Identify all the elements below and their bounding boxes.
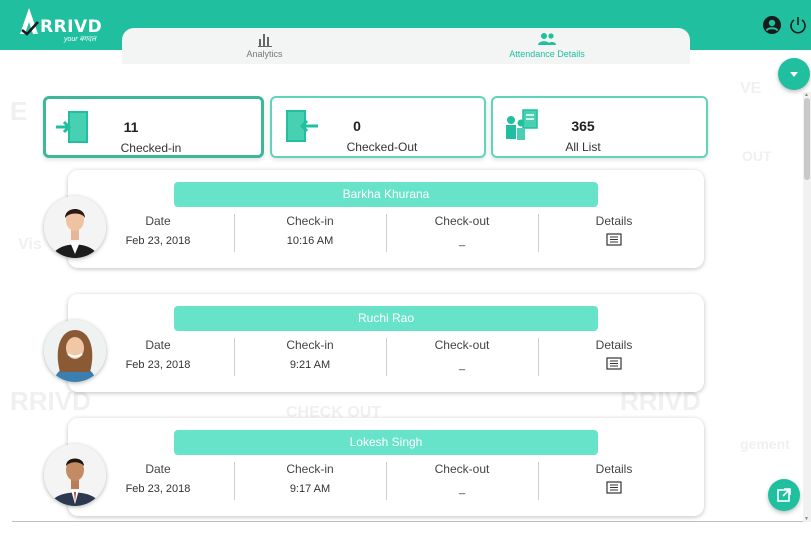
- details-column: Details: [539, 338, 689, 370]
- stat-value: 365: [571, 118, 595, 134]
- check-in-value: 9:17 AM: [289, 483, 331, 495]
- details-column: Details: [539, 214, 689, 246]
- check-in-column: Check-in 10:16 AM: [235, 214, 385, 247]
- stat-label: Checked-in: [120, 141, 182, 155]
- check-in-column: Check-in 9:17 AM: [235, 462, 385, 495]
- details-header: Details: [595, 214, 633, 228]
- check-in-header: Check-in: [286, 338, 334, 352]
- tab-analytics-label: Analytics: [246, 49, 283, 59]
- power-icon[interactable]: [788, 15, 808, 35]
- check-out-header: Check-out: [434, 462, 490, 476]
- vertical-scrollbar[interactable]: ▲ ▼: [803, 92, 811, 522]
- watermark-2: VE: [740, 80, 762, 97]
- check-out-column: Check-out _: [387, 338, 537, 371]
- tab-analytics[interactable]: Analytics: [202, 28, 327, 64]
- watermark-8: gement: [740, 436, 790, 452]
- check-in-value: 10:16 AM: [286, 235, 334, 247]
- attendance-card: Ruchi Rao Date Feb 23, 2018 Check-in 9:2…: [68, 294, 704, 392]
- date-value: Feb 23, 2018: [125, 483, 191, 495]
- nav-tabs: Analytics Attendance Details: [122, 28, 690, 64]
- logo-a-mark-icon: [20, 8, 39, 36]
- account-circle-icon[interactable]: [762, 15, 782, 35]
- avatar: [44, 320, 106, 382]
- avatar: [44, 444, 106, 506]
- stat-card-all-list[interactable]: 365 All List: [491, 96, 708, 158]
- date-value: Feb 23, 2018: [125, 359, 191, 371]
- date-value: Feb 23, 2018: [125, 235, 191, 247]
- scroll-thumb[interactable]: [804, 98, 810, 180]
- person-photo-icon: [44, 196, 106, 258]
- check-out-column: Check-out _: [387, 214, 537, 247]
- tab-attendance-label: Attendance Details: [509, 49, 585, 59]
- stat-value: 0: [353, 118, 361, 134]
- check-out-value: _: [458, 483, 466, 495]
- people-icon: [538, 33, 556, 45]
- people-list-icon: [506, 109, 538, 140]
- expand-menu-button[interactable]: [778, 58, 810, 90]
- door-enter-icon: [56, 111, 88, 143]
- bottom-divider: [12, 521, 803, 522]
- logo-text: RRIVD: [40, 17, 103, 37]
- stat-label: All List: [565, 140, 601, 154]
- stat-value: 11: [123, 119, 139, 135]
- scroll-down-arrow-icon[interactable]: ▼: [804, 516, 809, 522]
- person-photo-icon: [44, 444, 106, 506]
- logo-tagline: your बगदल: [64, 36, 96, 43]
- details-header: Details: [595, 462, 633, 476]
- details-document-icon[interactable]: [606, 357, 622, 370]
- check-in-column: Check-in 9:21 AM: [235, 338, 385, 371]
- details-header: Details: [595, 338, 633, 352]
- check-in-header: Check-in: [286, 462, 334, 476]
- check-in-header: Check-in: [286, 214, 334, 228]
- watermark-3: OUT: [742, 148, 772, 164]
- check-out-value: _: [458, 359, 466, 371]
- stat-label: Checked-Out: [346, 140, 418, 154]
- attendance-card: Lokesh Singh Date Feb 23, 2018 Check-in …: [68, 418, 704, 516]
- avatar: [44, 196, 106, 258]
- watermark-1: E: [10, 96, 28, 126]
- watermark-4: Vis: [18, 236, 42, 253]
- door-exit-icon: [286, 110, 318, 142]
- app-logo[interactable]: RRIVD your बगदल: [18, 6, 108, 44]
- check-out-header: Check-out: [434, 338, 490, 352]
- check-out-value: _: [458, 235, 466, 247]
- stat-card-checked-out[interactable]: 0 Checked-Out: [270, 96, 486, 158]
- tab-attendance-details[interactable]: Attendance Details: [472, 28, 622, 64]
- details-column: Details: [539, 462, 689, 494]
- check-out-header: Check-out: [434, 214, 490, 228]
- attendance-card: Barkha Khurana Date Feb 23, 2018 Check-i…: [68, 170, 704, 268]
- bar-chart-icon: [257, 34, 272, 47]
- check-in-value: 9:21 AM: [289, 359, 331, 371]
- details-document-icon[interactable]: [606, 233, 622, 246]
- person-name: Ruchi Rao: [174, 306, 598, 331]
- check-out-column: Check-out _: [387, 462, 537, 495]
- stat-card-checked-in[interactable]: 11 Checked-in: [43, 96, 264, 158]
- person-name: Barkha Khurana: [174, 182, 598, 207]
- caret-down-icon: [790, 72, 798, 77]
- open-external-button[interactable]: [768, 479, 800, 511]
- person-photo-icon: [44, 320, 106, 382]
- details-document-icon[interactable]: [606, 481, 622, 494]
- person-name: Lokesh Singh: [174, 430, 598, 455]
- open-in-new-icon: [777, 488, 791, 502]
